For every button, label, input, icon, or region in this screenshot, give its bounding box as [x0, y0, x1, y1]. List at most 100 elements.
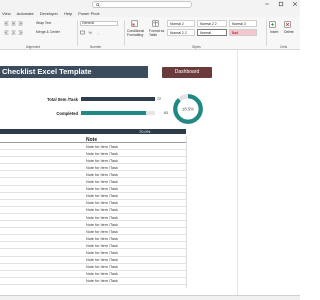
conditional-formatting-button[interactable]: Conditional Formatting: [127, 29, 147, 37]
table-row[interactable]: Note for Item /Task: [0, 214, 186, 222]
delete-icon[interactable]: [284, 21, 291, 28]
total-items-bar-fill: [81, 97, 155, 101]
status-bar: [0, 295, 300, 300]
completed-bar: [81, 111, 155, 115]
align-top-icon[interactable]: [4, 21, 9, 26]
table-header: Note: [0, 136, 186, 143]
row-note: Note for Item /Task: [86, 243, 118, 248]
align-bottom-icon[interactable]: [18, 21, 23, 26]
table-row[interactable]: Note for Item /Task: [0, 221, 186, 229]
align-right-icon[interactable]: [18, 30, 23, 35]
ribbon-separator: [266, 20, 267, 46]
format-as-table-button[interactable]: Format as Table: [149, 29, 165, 37]
table-row[interactable]: Note for Item /Task: [0, 150, 186, 158]
progress-percent: 70.0%: [139, 129, 151, 134]
delete-button[interactable]: Delete: [284, 30, 294, 34]
table-row[interactable]: Note for Item /Task: [0, 242, 186, 250]
ribbon-separator: [124, 20, 125, 46]
merge-center-button[interactable]: Merge & Center: [36, 30, 60, 34]
table-row[interactable]: Note for Item /Task: [0, 143, 186, 151]
row-note: Note for Item /Task: [86, 279, 118, 284]
group-label-alignment: Alignment: [26, 45, 41, 49]
row-note: Note for Item /Task: [86, 144, 118, 149]
table-row[interactable]: Note for Item /Task: [0, 157, 186, 165]
number-format-select[interactable]: General: [80, 21, 118, 26]
table-row[interactable]: Note for Item /Task: [0, 193, 186, 200]
row-note: Note for Item /Task: [86, 172, 118, 177]
style-normal-2-b[interactable]: Normal 2 2: [167, 29, 195, 36]
maximize-icon[interactable]: [278, 1, 284, 7]
title-bar: [0, 0, 300, 9]
percent-icon[interactable]: %: [88, 30, 93, 35]
table-row[interactable]: Note for Item /Task: [0, 186, 186, 193]
table-row[interactable]: Note for Item /Task: [0, 164, 186, 172]
insert-button[interactable]: Insert: [270, 30, 278, 34]
search-box[interactable]: [92, 1, 192, 8]
align-middle-icon[interactable]: [11, 21, 16, 26]
row-note: Note for Item /Task: [86, 187, 118, 192]
format-as-table-icon[interactable]: [152, 20, 159, 27]
row-note: Note for Item /Task: [86, 158, 118, 163]
row-note: Note for Item /Task: [86, 272, 118, 277]
insert-icon[interactable]: [269, 21, 276, 28]
row-note: Note for Item /Task: [86, 229, 118, 234]
tab-automate[interactable]: Automate: [17, 11, 34, 16]
total-items-label: Total Item /Task: [46, 97, 78, 102]
table-row[interactable]: Note for Item /Task: [0, 250, 186, 257]
sheet-edge: [237, 50, 238, 295]
search-input[interactable]: [102, 2, 182, 7]
tab-view[interactable]: View: [2, 11, 11, 16]
table-row[interactable]: Note for Item /Task: [0, 271, 186, 278]
completed-label: Completed: [56, 111, 78, 116]
style-normal-2-2[interactable]: Normal 2 2: [197, 20, 227, 27]
row-note: Note for Item /Task: [86, 180, 118, 184]
row-note: Note for Item /Task: [86, 265, 118, 270]
row-note: Note for Item /Task: [86, 258, 118, 263]
row-note: Note for Item /Task: [86, 222, 118, 227]
completion-donut: ±8.5%: [173, 94, 203, 124]
tab-power-pivot[interactable]: Power Pivot: [78, 11, 99, 16]
row-note: Note for Item /Task: [86, 251, 118, 255]
group-label-cells: Cells: [280, 45, 288, 49]
table-row[interactable]: Note for Item /Task: [0, 278, 186, 285]
style-normal-2[interactable]: Normal 2: [167, 20, 195, 27]
close-icon[interactable]: [292, 1, 298, 7]
group-label-number: Number: [90, 45, 102, 49]
table-row[interactable]: Note for Item /Task: [0, 228, 186, 236]
window-controls: [264, 1, 298, 7]
comma-icon[interactable]: ,: [96, 30, 101, 35]
style-bad[interactable]: Bad: [229, 29, 257, 36]
style-normal-3[interactable]: Normal 3: [229, 20, 257, 27]
wrap-text-button[interactable]: Wrap Text: [36, 21, 51, 25]
tab-developer[interactable]: Developer: [40, 11, 58, 16]
search-icon: [96, 2, 100, 7]
total-items-bar: [81, 97, 155, 101]
table-row[interactable]: Note for Item /Task: [0, 264, 186, 271]
dashboard-button[interactable]: Dashboard: [162, 67, 212, 78]
row-note: Note for Item /Task: [86, 194, 118, 199]
minimize-icon[interactable]: [264, 1, 270, 7]
group-label-styles: Styles: [192, 45, 201, 49]
total-items-value: 72: [157, 97, 161, 101]
svg-text:,: ,: [98, 30, 99, 35]
currency-icon[interactable]: [80, 30, 85, 35]
row-note: Note for Item /Task: [86, 236, 118, 241]
row-note: Note for Item /Task: [86, 208, 118, 213]
table-row[interactable]: Note for Item /Task: [0, 179, 186, 186]
table-row[interactable]: Note for Item /Task: [0, 257, 186, 264]
table-row[interactable]: Note for Item /Task: [0, 235, 186, 243]
table-row[interactable]: Note for Item /Task: [0, 207, 186, 214]
align-center-icon[interactable]: [11, 30, 16, 35]
tab-help[interactable]: Help: [64, 11, 72, 16]
menu-tabs: View Automate Developer Help Power Pivot: [0, 9, 300, 17]
ribbon: Wrap Text Merge & Center Alignment Gener…: [0, 17, 300, 50]
completed-bar-fill: [81, 111, 146, 115]
progress-header-bar: [0, 129, 186, 134]
align-left-icon[interactable]: [4, 30, 9, 35]
style-normal[interactable]: Normal: [197, 29, 227, 36]
worksheet[interactable]: Checklist Excel Template Dashboard Total…: [0, 50, 300, 295]
table-row[interactable]: Note for Item /Task: [0, 171, 186, 179]
row-note: Note for Item /Task: [86, 215, 118, 220]
conditional-formatting-icon[interactable]: [131, 20, 138, 27]
table-row[interactable]: Note for Item /Task: [0, 200, 186, 207]
